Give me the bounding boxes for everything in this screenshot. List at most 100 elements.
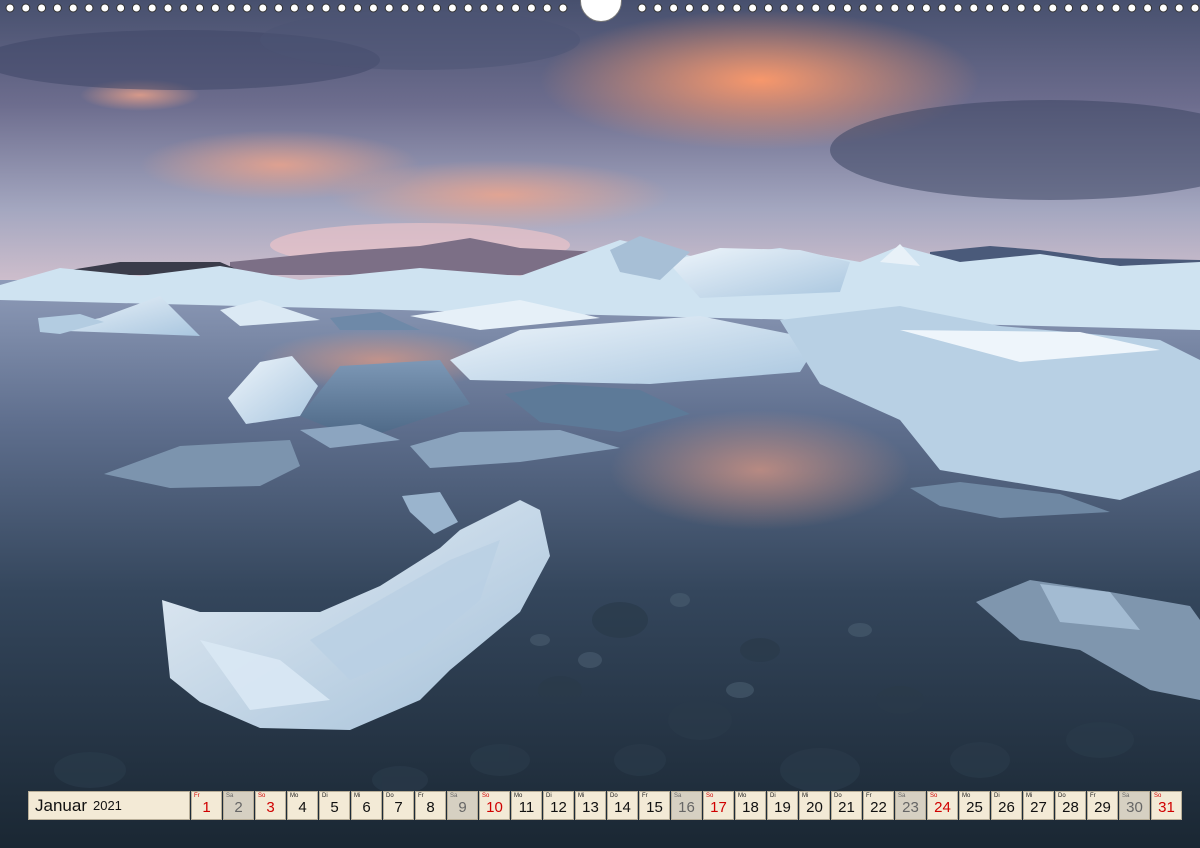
day-cell: Do 7 [383, 791, 414, 820]
day-cell: Fr 22 [863, 791, 894, 820]
binding-hole [1143, 3, 1153, 13]
day-cell: Di 26 [991, 791, 1022, 820]
binding-hole [937, 3, 947, 13]
binding-hole [842, 3, 852, 13]
binding-hole [969, 3, 979, 13]
day-cell: Mo 4 [287, 791, 318, 820]
day-cell: Sa 16 [671, 791, 702, 820]
day-cell: Do 21 [831, 791, 862, 820]
day-number: 19 [774, 799, 791, 816]
day-number: 23 [902, 799, 919, 816]
day-number: 25 [966, 799, 983, 816]
day-cell: Sa 30 [1119, 791, 1150, 820]
binding-hole [289, 3, 299, 13]
binding-hole [1095, 3, 1105, 13]
day-number: 14 [614, 799, 631, 816]
binding-hole [1048, 3, 1058, 13]
binding-hole [874, 3, 884, 13]
binding-hole [353, 3, 363, 13]
day-number: 5 [330, 799, 339, 816]
day-cell: Mi 13 [575, 791, 606, 820]
binding-hole [732, 3, 742, 13]
binding-hole [147, 3, 157, 13]
day-cell: Di 19 [767, 791, 798, 820]
day-cell: Mi 20 [799, 791, 830, 820]
binding-hole [637, 3, 647, 13]
binding-hole [305, 3, 315, 13]
binding-hole [1079, 3, 1089, 13]
day-cell: Mo 25 [959, 791, 990, 820]
day-cell: Di 5 [319, 791, 350, 820]
day-number: 30 [1126, 799, 1143, 816]
month-name: Januar [35, 795, 87, 815]
binding-hole [684, 3, 694, 13]
binding-hole [542, 3, 552, 13]
binding-hole [890, 3, 900, 13]
day-cell: Di 12 [543, 791, 574, 820]
binding-hole [1111, 3, 1121, 13]
day-cell: Sa 2 [223, 791, 254, 820]
binding-hole [858, 3, 868, 13]
binding-hole [985, 3, 995, 13]
binding-hole [226, 3, 236, 13]
binding-hole [463, 3, 473, 13]
day-number: 27 [1030, 799, 1047, 816]
binding-hole [795, 3, 805, 13]
binding-hole [5, 3, 15, 13]
binding-hole [195, 3, 205, 13]
binding-hole [1032, 3, 1042, 13]
binding-hole [779, 3, 789, 13]
day-cell: So 17 [703, 791, 734, 820]
day-number: 12 [550, 799, 567, 816]
month-year: 2021 [92, 798, 122, 813]
binding-hole [131, 3, 141, 13]
day-cell: Fr 8 [415, 791, 446, 820]
binding-hole [321, 3, 331, 13]
binding-hole [1064, 3, 1074, 13]
binding-hole [1158, 3, 1168, 13]
day-number: 8 [426, 799, 435, 816]
binding-hole [495, 3, 505, 13]
day-number: 24 [934, 799, 951, 816]
day-number: 22 [870, 799, 887, 816]
day-cell: Mi 27 [1023, 791, 1054, 820]
binding-hole [669, 3, 679, 13]
day-number: 9 [458, 799, 467, 816]
binding-hole [716, 3, 726, 13]
day-cell: Mi 6 [351, 791, 382, 820]
binding-hole [447, 3, 457, 13]
day-cell: So 3 [255, 791, 286, 820]
binding-hole [384, 3, 394, 13]
day-cell: So 24 [927, 791, 958, 820]
month-label: Januar 2021 [28, 791, 190, 820]
day-cells: Fr 1 Sa 2 So 3 Mo 4 Di 5 Mi 6 Do 7 Fr 8 Sa 9 So 10 Mo 11 Di 12 M… [191, 791, 1183, 820]
day-number: 21 [838, 799, 855, 816]
day-number: 16 [678, 799, 695, 816]
binding-hole [84, 3, 94, 13]
binding-hole [163, 3, 173, 13]
day-cell: Sa 9 [447, 791, 478, 820]
binding-hole [1174, 3, 1184, 13]
binding-hole [558, 3, 568, 13]
binding-hole [811, 3, 821, 13]
day-number: 4 [298, 799, 307, 816]
binding-hole [763, 3, 773, 13]
day-cell: Fr 15 [639, 791, 670, 820]
day-number: 18 [742, 799, 759, 816]
day-number: 2 [234, 799, 243, 816]
binding-hole [68, 3, 78, 13]
day-cell: Fr 29 [1087, 791, 1118, 820]
binding-hole [368, 3, 378, 13]
day-cell: Do 28 [1055, 791, 1086, 820]
day-number: 29 [1094, 799, 1111, 816]
binding-hole [337, 3, 347, 13]
binding-hole [416, 3, 426, 13]
day-number: 3 [266, 799, 275, 816]
binding-hole [1127, 3, 1137, 13]
binding-hole [179, 3, 189, 13]
day-number: 1 [202, 799, 211, 816]
binding-hole [827, 3, 837, 13]
binding-hole [700, 3, 710, 13]
binding-hole [906, 3, 916, 13]
binding-hole [116, 3, 126, 13]
